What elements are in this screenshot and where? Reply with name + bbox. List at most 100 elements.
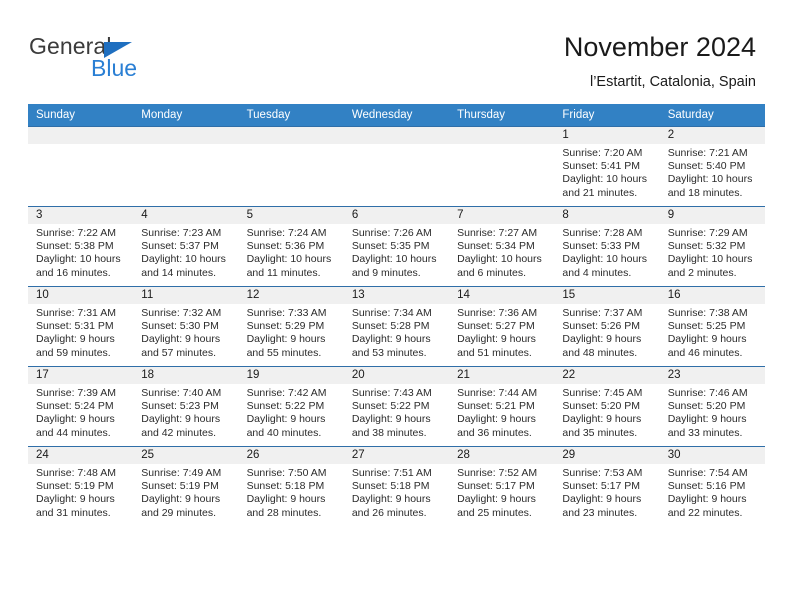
day-cell-inner: 24 Sunrise: 7:48 AM Sunset: 5:19 PM Dayligh… — [28, 447, 134, 526]
calendar-day-cell[interactable]: 14 Sunrise: 7:36 AM Sunset: 5:27 PM Dayligh… — [449, 286, 555, 367]
day-number: 20 — [343, 367, 450, 384]
daylight-text-line1: Daylight: 9 hours — [457, 413, 536, 426]
daylight-text-line1: Daylight: 9 hours — [562, 413, 642, 426]
day-number: 23 — [659, 367, 765, 384]
page-title: November 2024 — [563, 32, 756, 62]
daylight-text-line1: Daylight: 10 hours — [141, 253, 226, 266]
calendar-day-cell[interactable]: 8 Sunrise: 7:28 AM Sunset: 5:33 PM Daylight… — [554, 206, 660, 287]
calendar-day-cell[interactable]: 4 Sunrise: 7:23 AM Sunset: 5:37 PM Daylight… — [133, 206, 239, 287]
day-details: Sunrise: 7:33 AM Sunset: 5:29 PM Daylight:… — [239, 304, 344, 360]
daylight-text-line1: Daylight: 9 hours — [141, 333, 221, 346]
day-number — [449, 127, 555, 144]
day-details: Sunrise: 7:53 AM Sunset: 5:17 PM Daylight:… — [554, 464, 659, 520]
sunset-text: Sunset: 5:19 PM — [36, 480, 114, 493]
day-number: 28 — [449, 447, 555, 464]
daylight-text-line1: Daylight: 9 hours — [562, 333, 642, 346]
calendar-day-cell[interactable]: 25 Sunrise: 7:49 AM Sunset: 5:19 PM Dayligh… — [133, 446, 239, 526]
day-details: Sunrise: 7:46 AM Sunset: 5:20 PM Daylight:… — [660, 384, 765, 440]
calendar-day-cell[interactable]: 24 Sunrise: 7:48 AM Sunset: 5:19 PM Dayligh… — [28, 446, 134, 526]
calendar-day-cell[interactable]: 19 Sunrise: 7:42 AM Sunset: 5:22 PM Dayligh… — [238, 366, 344, 447]
general-blue-logo[interactable]: General Blue — [29, 33, 204, 83]
calendar-day-cell[interactable]: 26 Sunrise: 7:50 AM Sunset: 5:18 PM Dayligh… — [238, 446, 344, 526]
daylight-text-line2: and 38 minutes. — [351, 426, 427, 439]
sunset-text: Sunset: 5:22 PM — [351, 400, 430, 413]
day-details: Sunrise: 7:28 AM Sunset: 5:33 PM Daylight:… — [554, 224, 659, 280]
day-cell-inner: 18 Sunrise: 7:40 AM Sunset: 5:23 PM Dayligh… — [133, 367, 239, 446]
daylight-text-line2: and 29 minutes. — [141, 506, 216, 519]
calendar-day-cell[interactable]: 7 Sunrise: 7:27 AM Sunset: 5:34 PM Daylight… — [449, 206, 555, 287]
day-cell-inner — [343, 127, 450, 206]
day-cell-inner: 17 Sunrise: 7:39 AM Sunset: 5:24 PM Dayligh… — [28, 367, 134, 446]
daylight-text-line1: Daylight: 9 hours — [36, 493, 115, 506]
day-cell-inner: 9 Sunrise: 7:29 AM Sunset: 5:32 PM Daylight… — [659, 207, 765, 286]
calendar-day-cell[interactable]: 28 Sunrise: 7:52 AM Sunset: 5:17 PM Dayligh… — [449, 446, 555, 526]
day-number: 9 — [659, 207, 765, 224]
day-details: Sunrise: 7:39 AM Sunset: 5:24 PM Daylight:… — [28, 384, 133, 440]
calendar-day-cell[interactable]: 21 Sunrise: 7:44 AM Sunset: 5:21 PM Dayligh… — [449, 366, 555, 447]
day-number: 17 — [28, 367, 134, 384]
calendar-day-cell[interactable]: 18 Sunrise: 7:40 AM Sunset: 5:23 PM Dayligh… — [133, 366, 239, 447]
day-cell-inner — [449, 127, 555, 206]
sunrise-text: Sunrise: 7:46 AM — [667, 387, 748, 399]
weekday-header-thursday: Thursday — [449, 104, 555, 127]
calendar-empty-cell — [238, 126, 344, 207]
day-cell-inner: 14 Sunrise: 7:36 AM Sunset: 5:27 PM Dayligh… — [449, 287, 555, 366]
day-cell-inner: 11 Sunrise: 7:32 AM Sunset: 5:30 PM Dayligh… — [133, 287, 239, 366]
day-details: Sunrise: 7:43 AM Sunset: 5:22 PM Daylight:… — [344, 384, 449, 440]
daylight-text-line2: and 48 minutes. — [562, 346, 638, 359]
sunset-text: Sunset: 5:22 PM — [246, 400, 325, 413]
calendar-day-cell[interactable]: 10 Sunrise: 7:31 AM Sunset: 5:31 PM Dayligh… — [28, 286, 134, 367]
day-cell-inner: 13 Sunrise: 7:34 AM Sunset: 5:28 PM Dayligh… — [343, 287, 450, 366]
day-cell-inner: 8 Sunrise: 7:28 AM Sunset: 5:33 PM Daylight… — [554, 207, 660, 286]
day-details: Sunrise: 7:36 AM Sunset: 5:27 PM Daylight:… — [449, 304, 554, 360]
calendar-day-cell[interactable]: 6 Sunrise: 7:26 AM Sunset: 5:35 PM Daylight… — [343, 206, 450, 287]
daylight-text-line1: Daylight: 10 hours — [562, 253, 648, 266]
calendar-day-cell[interactable]: 9 Sunrise: 7:29 AM Sunset: 5:32 PM Daylight… — [659, 206, 765, 287]
calendar-day-cell[interactable]: 15 Sunrise: 7:37 AM Sunset: 5:26 PM Dayligh… — [554, 286, 660, 367]
calendar-day-cell[interactable]: 5 Sunrise: 7:24 AM Sunset: 5:36 PM Daylight… — [238, 206, 344, 287]
sunset-text: Sunset: 5:30 PM — [141, 320, 219, 333]
calendar-day-cell[interactable]: 12 Sunrise: 7:33 AM Sunset: 5:29 PM Dayligh… — [238, 286, 344, 367]
sunrise-text: Sunrise: 7:39 AM — [36, 387, 116, 399]
calendar-day-cell[interactable]: 16 Sunrise: 7:38 AM Sunset: 5:25 PM Dayligh… — [659, 286, 765, 367]
calendar-day-cell[interactable]: 20 Sunrise: 7:43 AM Sunset: 5:22 PM Dayligh… — [343, 366, 450, 447]
daylight-text-line1: Daylight: 9 hours — [351, 413, 431, 426]
sunset-text: Sunset: 5:38 PM — [36, 240, 114, 253]
calendar-day-cell[interactable]: 23 Sunrise: 7:46 AM Sunset: 5:20 PM Dayligh… — [659, 366, 765, 447]
calendar-day-cell[interactable]: 3 Sunrise: 7:22 AM Sunset: 5:38 PM Daylight… — [28, 206, 134, 287]
calendar-day-cell[interactable]: 22 Sunrise: 7:45 AM Sunset: 5:20 PM Dayligh… — [554, 366, 660, 447]
sunrise-text: Sunrise: 7:34 AM — [351, 307, 432, 319]
day-details — [449, 144, 554, 147]
day-details: Sunrise: 7:42 AM Sunset: 5:22 PM Daylight:… — [239, 384, 344, 440]
page-header: General Blue November 2024 l’Estartit, C… — [0, 0, 792, 96]
daylight-text-line2: and 35 minutes. — [562, 426, 638, 439]
calendar-day-cell[interactable]: 29 Sunrise: 7:53 AM Sunset: 5:17 PM Dayligh… — [554, 446, 660, 526]
sunset-text: Sunset: 5:34 PM — [457, 240, 535, 253]
sunrise-text: Sunrise: 7:54 AM — [667, 467, 748, 479]
calendar-day-cell[interactable]: 13 Sunrise: 7:34 AM Sunset: 5:28 PM Dayligh… — [343, 286, 450, 367]
daylight-text-line1: Daylight: 9 hours — [351, 333, 431, 346]
sunset-text: Sunset: 5:27 PM — [457, 320, 535, 333]
day-details: Sunrise: 7:38 AM Sunset: 5:25 PM Daylight:… — [660, 304, 765, 360]
sunset-text: Sunset: 5:17 PM — [562, 480, 641, 493]
day-number: 3 — [28, 207, 134, 224]
day-cell-inner: 1 Sunrise: 7:20 AM Sunset: 5:41 PM Daylight… — [554, 127, 660, 206]
calendar-day-cell[interactable]: 1 Sunrise: 7:20 AM Sunset: 5:41 PM Daylight… — [554, 126, 660, 207]
calendar-day-cell[interactable]: 17 Sunrise: 7:39 AM Sunset: 5:24 PM Dayligh… — [28, 366, 134, 447]
calendar-day-cell[interactable]: 11 Sunrise: 7:32 AM Sunset: 5:30 PM Dayligh… — [133, 286, 239, 367]
day-number: 21 — [449, 367, 555, 384]
weekday-header-friday: Friday — [554, 104, 660, 127]
sunrise-text: Sunrise: 7:42 AM — [246, 387, 327, 399]
day-details: Sunrise: 7:54 AM Sunset: 5:16 PM Daylight:… — [660, 464, 765, 520]
day-details: Sunrise: 7:31 AM Sunset: 5:31 PM Daylight:… — [28, 304, 133, 360]
day-cell-inner: 12 Sunrise: 7:33 AM Sunset: 5:29 PM Dayligh… — [238, 287, 344, 366]
calendar-day-cell[interactable]: 30 Sunrise: 7:54 AM Sunset: 5:16 PM Dayligh… — [659, 446, 765, 526]
daylight-text-line2: and 44 minutes. — [36, 426, 111, 439]
calendar-day-cell[interactable]: 2 Sunrise: 7:21 AM Sunset: 5:40 PM Daylight… — [659, 126, 765, 207]
day-details: Sunrise: 7:21 AM Sunset: 5:40 PM Daylight:… — [660, 144, 765, 200]
calendar-table: Sunday Monday Tuesday Wednesday Thursday… — [28, 104, 765, 526]
logo-text-blue: Blue — [91, 55, 138, 81]
day-cell-inner: 6 Sunrise: 7:26 AM Sunset: 5:35 PM Daylight… — [343, 207, 450, 286]
calendar-day-cell[interactable]: 27 Sunrise: 7:51 AM Sunset: 5:18 PM Dayligh… — [343, 446, 450, 526]
day-details: Sunrise: 7:34 AM Sunset: 5:28 PM Daylight:… — [344, 304, 449, 360]
